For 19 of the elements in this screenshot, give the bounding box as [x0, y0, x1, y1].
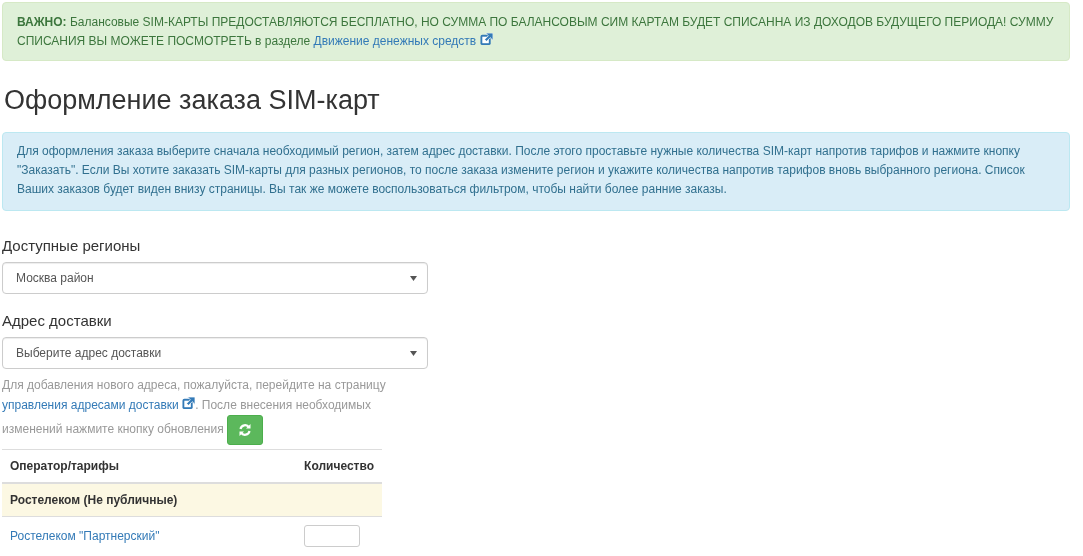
page-title: Оформление заказа SIM-карт — [4, 85, 381, 116]
address-management-link[interactable]: управления адресами доставки — [2, 398, 179, 412]
region-label: Доступные регионы — [2, 237, 142, 254]
cash-flow-link[interactable]: Движение денежных средств — [313, 34, 477, 48]
group-row: Ростелеком (Не публичные) — [2, 483, 382, 517]
address-label: Адрес доставки — [2, 312, 113, 329]
caret-icon — [410, 275, 417, 281]
refresh-icon — [238, 423, 252, 437]
external-link-icon — [182, 397, 196, 410]
refresh-button[interactable] — [227, 415, 263, 445]
warning-text: ВАЖНО: Балансовые SIM-КАРТЫ ПРЕДОСТАВЛЯЮТСЯ БЕСПЛАТНО, НО СУММА ПО БАЛАНСОВЫМ СИМ КАРТАМ БУДЕТ СПИСАННА ИЗ ДОХОДОВ БУДУЩЕГО ПЕРИОДА! СУММУ СПИСАНИЯ ВЫ МОЖЕТЕ ПОСМОТРЕТЬ в разделе Движение денежных средств — [17, 14, 1055, 50]
quantity-field[interactable] — [304, 525, 361, 547]
tariff-link[interactable]: Ростелеком "Партнерский" — [2, 516, 297, 555]
caret-icon — [410, 350, 417, 356]
region-select[interactable]: Москва район — [2, 262, 428, 294]
help-text: Для добавления нового адреса, пожалуйста, перейдите на страницу управления адресами доставки . После внесения необходимых изменений нажмите кнопку обновления — [2, 375, 428, 445]
address-select[interactable]: Выберите адрес доставки — [2, 337, 428, 369]
info-text: Для оформления заказа выберите сначала необходимый регион, затем адрес доставки. После этого проставьте нужные количества SIM-карт напротив тарифов и нажмите кнопку "Заказать". Если Вы хотите заказать SIM-карты для разных регионов, то после заказа измените регион и укажите количества напротив тарифов вновь выбранного региона. Список Ваших заказов будет виден внизу страницы. Вы так же можете воспользоваться фильтром, чтобы найти более ранние заказы. — [17, 143, 1026, 198]
external-link-icon — [479, 33, 493, 46]
